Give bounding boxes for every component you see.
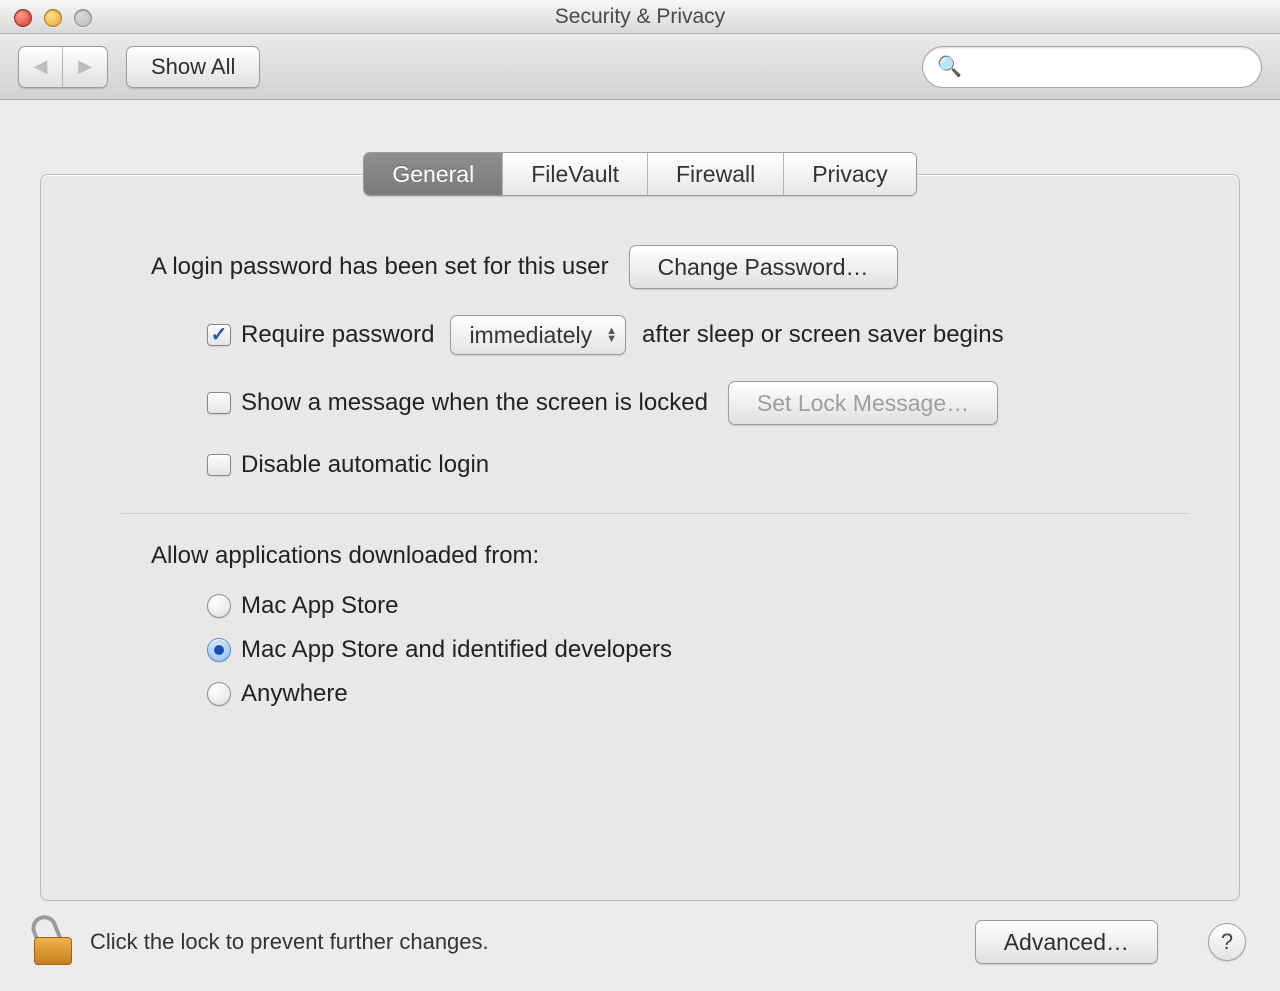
divider: [121, 513, 1189, 514]
popup-arrows-icon: ▲▼: [606, 327, 617, 343]
content: General FileVault Firewall Privacy A log…: [0, 100, 1280, 901]
gatekeeper-option-label: Anywhere: [241, 680, 348, 708]
gatekeeper-title: Allow applications downloaded from:: [151, 542, 1159, 570]
gatekeeper-option-label: Mac App Store and identified developers: [241, 636, 672, 664]
advanced-button[interactable]: Advanced…: [975, 920, 1158, 964]
lock-hint-text: Click the lock to prevent further change…: [90, 929, 489, 955]
set-lock-message-button[interactable]: Set Lock Message…: [728, 381, 998, 425]
lock-button[interactable]: [34, 919, 72, 965]
footer: Click the lock to prevent further change…: [0, 901, 1280, 991]
show-all-button[interactable]: Show All: [126, 46, 260, 88]
chevron-left-icon: ◀: [34, 56, 48, 77]
chevron-right-icon: ▶: [78, 56, 92, 77]
zoom-window-button[interactable]: [74, 9, 92, 27]
require-password-suffix: after sleep or screen saver begins: [642, 321, 1004, 349]
tab-filevault[interactable]: FileVault: [503, 153, 648, 195]
search-icon: 🔍: [937, 54, 962, 79]
gatekeeper-radio-mac-app-store[interactable]: [207, 594, 231, 618]
window-title: Security & Privacy: [555, 5, 725, 29]
disable-auto-login-checkbox[interactable]: ✓: [207, 454, 231, 476]
checkmark-icon: ✓: [211, 325, 228, 345]
gatekeeper-radio-identified-developers[interactable]: [207, 638, 231, 662]
disable-auto-login-label: Disable automatic login: [241, 451, 489, 479]
tab-firewall[interactable]: Firewall: [648, 153, 784, 195]
nav-segment: ◀ ▶: [18, 46, 108, 88]
nav-back-button[interactable]: ◀: [19, 47, 63, 87]
gatekeeper-radio-anywhere[interactable]: [207, 682, 231, 706]
toolbar: ◀ ▶ Show All 🔍: [0, 34, 1280, 100]
require-password-delay-popup[interactable]: immediately ▲▼: [450, 315, 626, 355]
gatekeeper-option-label: Mac App Store: [241, 592, 398, 620]
require-password-label: Require password: [241, 321, 434, 349]
preferences-window: Security & Privacy ◀ ▶ Show All 🔍 Genera…: [0, 0, 1280, 991]
search-field[interactable]: 🔍: [922, 46, 1262, 88]
popup-value: immediately: [469, 322, 592, 349]
tab-bar: General FileVault Firewall Privacy: [363, 152, 916, 196]
lock-body-icon: [34, 937, 72, 965]
minimize-window-button[interactable]: [44, 9, 62, 27]
help-button[interactable]: ?: [1208, 923, 1246, 961]
tab-privacy[interactable]: Privacy: [784, 153, 915, 195]
show-lock-message-label: Show a message when the screen is locked: [241, 389, 708, 417]
tab-general[interactable]: General: [364, 153, 503, 195]
close-window-button[interactable]: [14, 9, 32, 27]
general-panel: A login password has been set for this u…: [40, 174, 1240, 901]
login-password-text: A login password has been set for this u…: [151, 253, 609, 281]
require-password-checkbox[interactable]: ✓: [207, 324, 231, 346]
window-controls: [14, 9, 92, 27]
show-lock-message-checkbox[interactable]: ✓: [207, 392, 231, 414]
search-input[interactable]: [972, 55, 1247, 78]
change-password-button[interactable]: Change Password…: [629, 245, 898, 289]
nav-forward-button[interactable]: ▶: [63, 47, 107, 87]
titlebar: Security & Privacy: [0, 0, 1280, 34]
radio-dot-icon: [214, 645, 224, 655]
